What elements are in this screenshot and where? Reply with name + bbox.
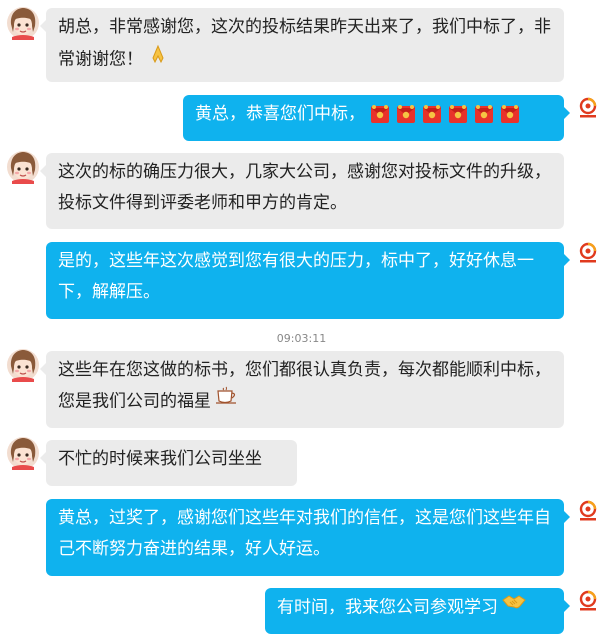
red-envelope-icons [365,104,521,124]
message-bubble-outgoing: 黄总，恭喜您们中标， [183,95,570,141]
message-text: 有时间，我来您公司参观学习 [277,597,498,618]
message-text: 胡总，非常感谢您，这次的投标结果昨天出来了，我们中标了，非常谢谢您！ [58,17,551,70]
message-bubble-incoming: 这些年在您这做的标书，您们都很认真负责，每次都能顺利中标，您是我们公司的福星 [40,351,564,428]
contact-avatar[interactable] [6,6,40,40]
message-bubble-incoming: 胡总，非常感谢您，这次的投标结果昨天出来了，我们中标了，非常谢谢您！ [40,8,564,82]
message-bubble-incoming: 这次的标的确压力很大，几家大公司，感谢您对投标文件的升级，投标文件得到评委老师和… [40,153,564,229]
red-envelope-icon [499,103,521,125]
handshake-icon [502,592,526,623]
message-bubble-outgoing: 是的，这些年这次感觉到您有很大的压力，标中了，好好休息一下，解解压。 [46,242,570,319]
message-text: 黄总，过奖了，感谢您们这些年对我们的信任，这是您们这些年自己不断努力奋进的结果，… [58,508,551,559]
red-envelope-icon [395,103,417,125]
my-avatar[interactable] [577,590,599,612]
message-text: 这次的标的确压力很大，几家大公司，感谢您对投标文件的升级，投标文件得到评委老师和… [58,162,551,213]
message-bubble-outgoing: 黄总，过奖了，感谢您们这些年对我们的信任，这是您们这些年自己不断努力奋进的结果，… [46,499,570,576]
message-text: 不忙的时候来我们公司坐坐 [58,449,262,469]
my-avatar[interactable] [577,242,599,264]
contact-avatar[interactable] [6,436,40,470]
message-text: 黄总，恭喜您们中标， [195,104,365,124]
message-text: 这些年在您这做的标书，您们都很认真负责，每次都能顺利中标，您是我们公司的福星 [58,360,551,412]
red-envelope-icon [447,103,469,125]
contact-avatar[interactable] [6,348,40,382]
coffee-icon [215,386,239,417]
pray-icon [147,43,169,76]
my-avatar[interactable] [577,97,599,119]
red-envelope-icon [369,103,391,125]
my-avatar[interactable] [577,500,599,522]
message-text: 是的，这些年这次感觉到您有很大的压力，标中了，好好休息一下，解解压。 [58,251,534,302]
contact-avatar[interactable] [6,150,40,184]
red-envelope-icon [473,103,495,125]
message-bubble-incoming: 不忙的时候来我们公司坐坐 [40,440,297,486]
message-bubble-outgoing: 有时间，我来您公司参观学习 [265,588,570,634]
message-timestamp: 09:03:11 [276,332,327,345]
red-envelope-icon [421,103,443,125]
